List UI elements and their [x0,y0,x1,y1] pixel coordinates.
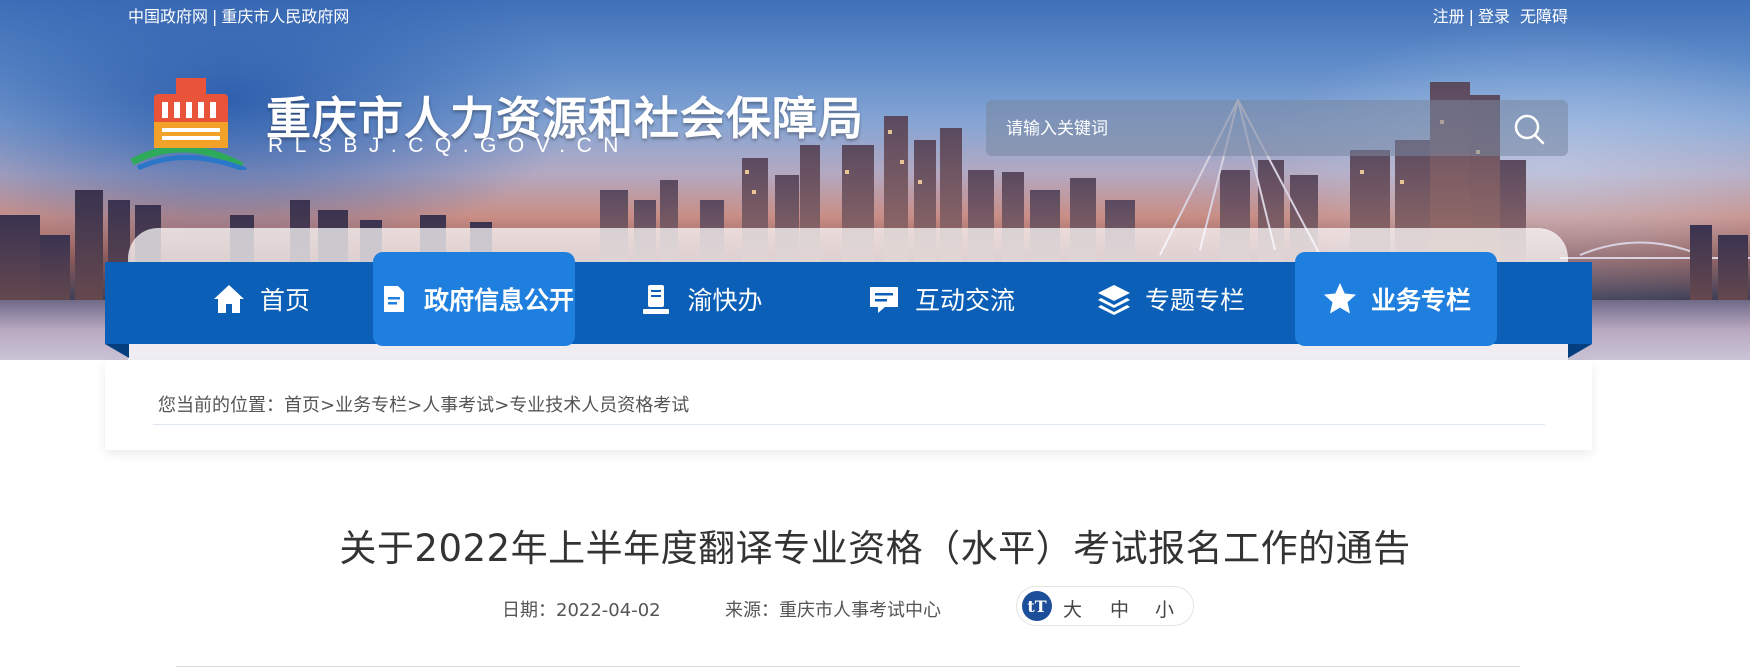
search-box [986,100,1568,156]
desk-icon [637,280,675,318]
nav-label: 政府信息公开 [423,286,574,315]
nav-item-interaction[interactable]: 互动交流 [840,252,1040,346]
layers-icon [1095,280,1133,318]
nav-label: 互动交流 [914,286,1015,315]
breadcrumb-item[interactable]: 业务专栏 [335,395,407,416]
search-input[interactable] [1004,114,1488,144]
article-source: 来源：重庆市人事考试中心 [725,600,941,621]
breadcrumb-item[interactable]: 专业技术人员资格考试 [509,395,689,416]
breadcrumb: 您当前的位置：首页>业务专栏>人事考试>专业技术人员资格考试 [158,395,690,416]
article-title: 关于2022年上半年度翻译专业资格（水平）考试报名工作的通告 [339,527,1411,570]
nav-item-business[interactable]: 业务专栏 [1295,252,1497,346]
register-link[interactable]: 注册 [1433,7,1465,26]
link-cq-gov[interactable]: 重庆市人民政府网 [221,7,349,26]
font-size-medium-button[interactable]: 中 [1110,595,1129,622]
top-links-right: 注册 | 登录 无障碍 [1432,7,1568,26]
nav-item-home[interactable]: 首页 [170,252,350,346]
star-icon [1321,280,1359,318]
document-icon [374,280,412,318]
font-size-large-button[interactable]: 大 [1063,595,1082,622]
site-domain: RLSBJ.CQ.GOV.CN [268,134,630,157]
nav-label: 首页 [259,286,310,315]
article-date: 日期：2022-04-02 [502,600,661,621]
font-size-icon: tT [1022,591,1052,621]
logo-icon[interactable] [124,74,254,170]
nav-label: 专题专栏 [1144,286,1245,315]
chat-icon [865,280,903,318]
nav-label: 渝快办 [687,286,763,315]
link-gov-cn[interactable]: 中国政府网 [128,7,208,26]
nav-label: 业务专栏 [1370,286,1471,315]
home-icon [210,280,248,318]
search-icon[interactable] [1512,112,1546,146]
login-link[interactable]: 登录 [1478,7,1510,26]
font-size-switcher: tT 大 中 小 [1016,586,1194,626]
breadcrumb-prefix: 您当前的位置： [158,395,284,416]
accessibility-link[interactable]: 无障碍 [1520,7,1568,26]
top-links-left: 中国政府网 | 重庆市人民政府网 [128,7,350,26]
breadcrumb-item[interactable]: 首页 [284,395,320,416]
breadcrumb-item[interactable]: 人事考试 [422,395,494,416]
nav-item-special-topics[interactable]: 专题专栏 [1070,252,1270,346]
nav-item-gov-info[interactable]: 政府信息公开 [373,252,575,346]
nav-item-yukuaiban[interactable]: 渝快办 [610,252,790,346]
header-divider [176,666,1520,667]
font-size-small-button[interactable]: 小 [1155,595,1174,622]
